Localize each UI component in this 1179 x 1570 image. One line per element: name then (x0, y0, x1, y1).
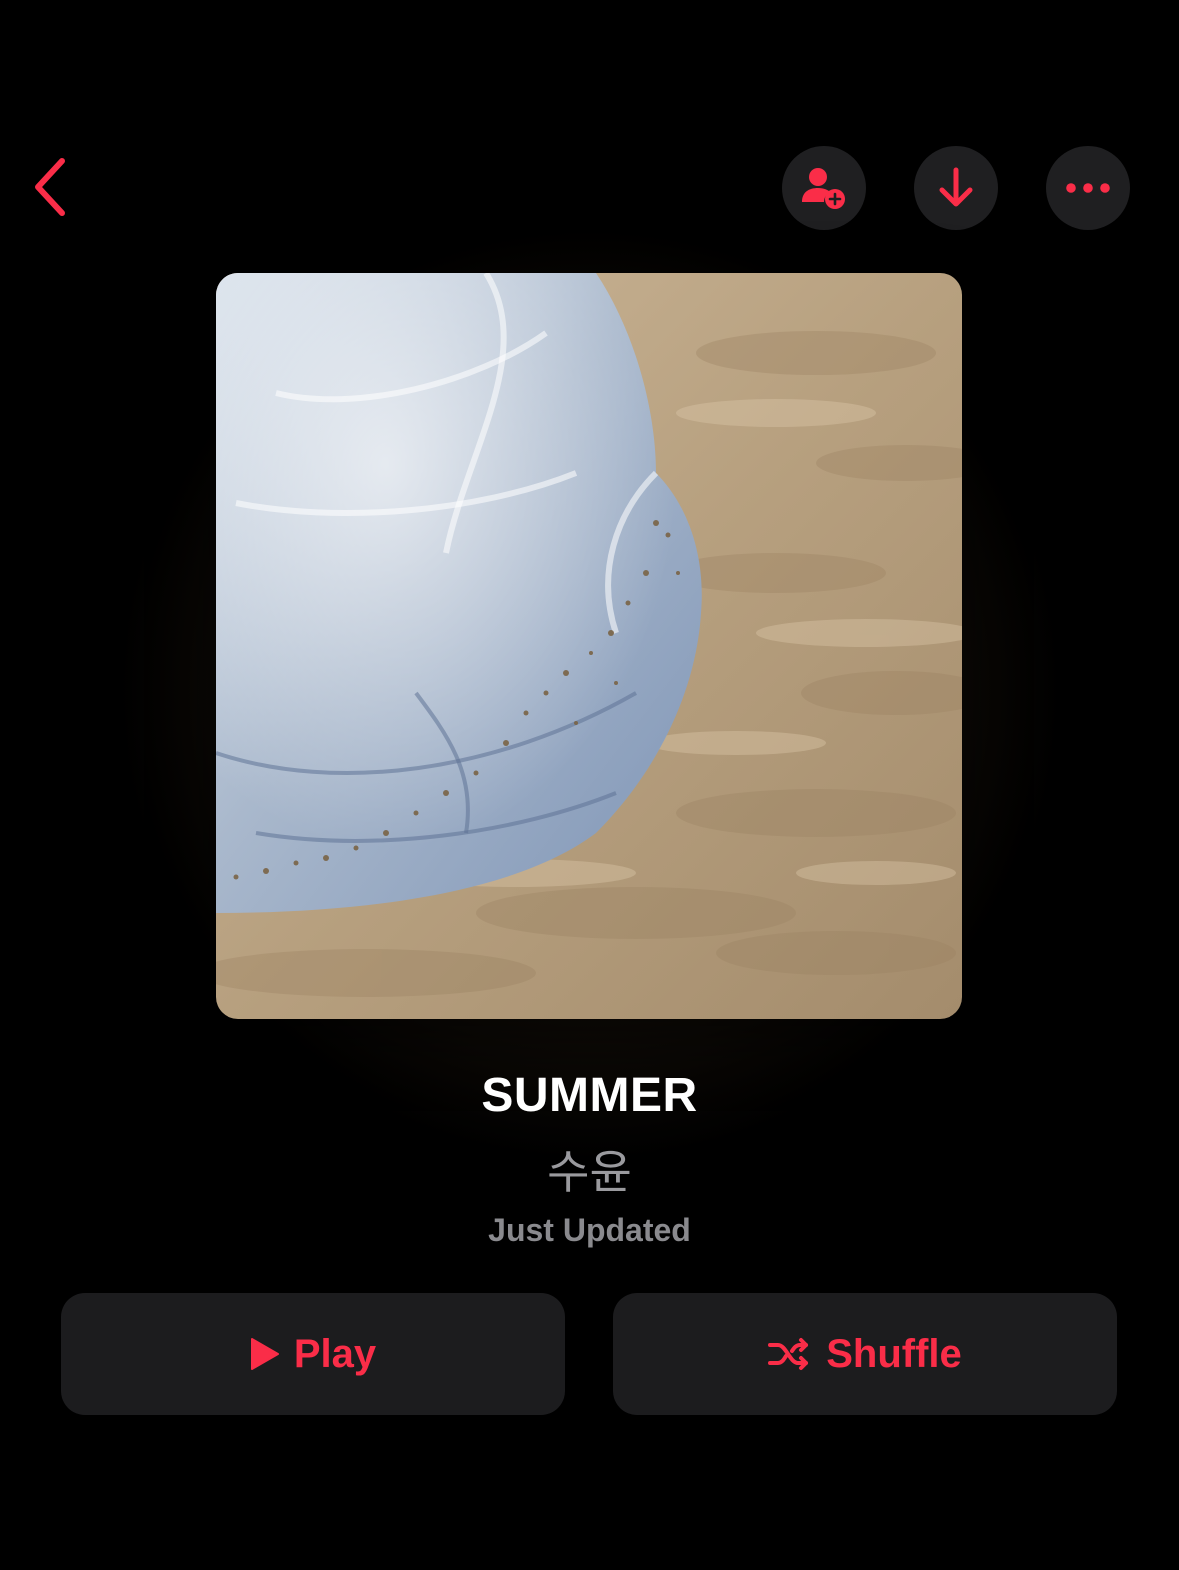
playlist-artwork (216, 273, 962, 1019)
back-button[interactable] (14, 148, 86, 226)
arrow-down-icon (936, 166, 976, 210)
download-button[interactable] (914, 146, 998, 230)
playlist-status: Just Updated (488, 1212, 691, 1248)
shuffle-icon (768, 1337, 812, 1371)
play-button[interactable]: Play (61, 1293, 565, 1415)
shuffle-button[interactable]: Shuffle (613, 1293, 1117, 1415)
shuffle-label: Shuffle (826, 1331, 962, 1376)
chevron-left-icon (30, 155, 70, 219)
ellipsis-icon (1065, 182, 1111, 194)
more-options-button[interactable] (1046, 146, 1130, 230)
play-label: Play (293, 1331, 377, 1376)
person-plus-icon (800, 166, 848, 210)
playlist-title: SUMMER (481, 1069, 698, 1122)
play-icon (250, 1337, 280, 1371)
add-collaborator-button[interactable] (782, 146, 866, 230)
playlist-curator[interactable]: 수윤 (0, 1136, 1179, 1202)
